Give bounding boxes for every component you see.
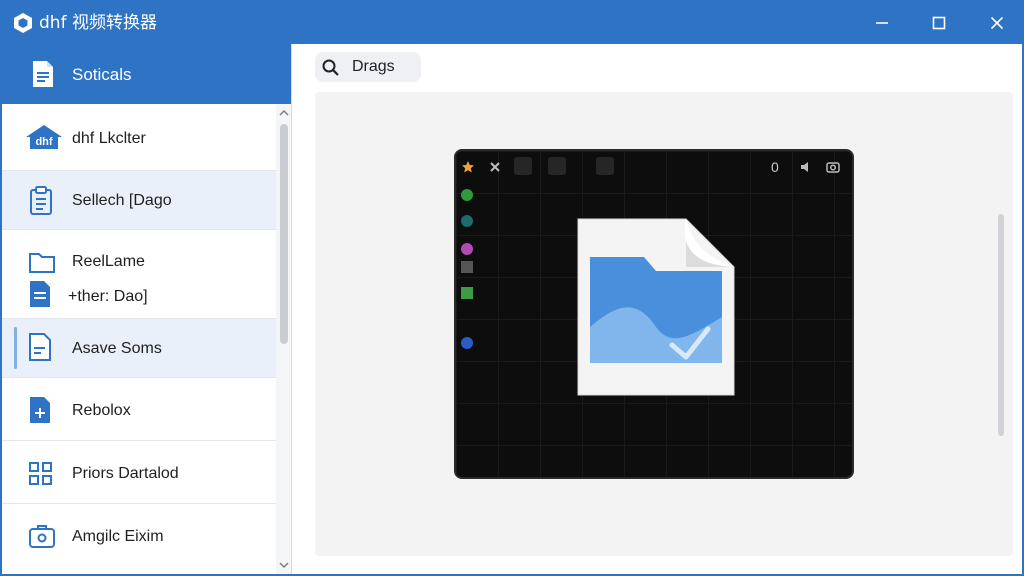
sidebar-header-label: Soticals <box>72 65 132 84</box>
sidebar-list: dhf dhf Lkclter Sellech [Dago ReelLame +… <box>2 104 276 574</box>
close-icon[interactable] <box>489 161 501 173</box>
layer-green-icon[interactable] <box>461 189 473 201</box>
toolbar-tile[interactable] <box>596 157 614 175</box>
maximize-button[interactable] <box>912 2 966 44</box>
close-button[interactable] <box>970 2 1024 44</box>
sidebar-item-ther-dao[interactable]: +ther: Dao] <box>2 276 276 318</box>
main-area: Drags 0 <box>293 44 1022 574</box>
sidebar-scroll-thumb[interactable] <box>280 124 288 344</box>
sidebar-item-priors-dartalod[interactable]: Priors Dartalod <box>2 441 276 503</box>
sidebar-item-label: +ther: Dao] <box>68 288 148 305</box>
image-file-icon <box>577 218 735 396</box>
search-icon <box>322 59 339 76</box>
toolbar-tile[interactable] <box>548 157 566 175</box>
layer-magenta-icon[interactable] <box>461 243 473 255</box>
sidebar-scrollbar[interactable] <box>276 104 291 574</box>
search-chip-label: Drags <box>352 58 395 75</box>
sidebar-item-rebolox[interactable]: Rebolox <box>2 378 276 440</box>
star-icon[interactable] <box>461 160 475 174</box>
svg-text:dhf: dhf <box>35 136 52 148</box>
sidebar-item-label: Amgilc Eixim <box>72 528 164 545</box>
chevron-down-icon[interactable] <box>278 560 290 570</box>
minimize-button[interactable] <box>855 2 909 44</box>
sidebar-item-amgilc-eixim[interactable]: Amgilc Eixim <box>2 504 276 566</box>
document-edit-icon <box>29 333 51 361</box>
sidebar-item-label: dhf Lkclter <box>72 130 146 147</box>
sidebar-item-label: ReelLame <box>72 253 145 270</box>
app-logo-icon <box>14 13 32 33</box>
briefcase-icon <box>29 525 55 548</box>
chevron-up-icon[interactable] <box>278 108 290 118</box>
title-bar: dhf 视频转换器 <box>2 2 1022 44</box>
document-icon <box>33 61 53 87</box>
sidebar-item-label: Rebolox <box>72 402 131 419</box>
sidebar-item-label: Asave Soms <box>72 340 162 357</box>
document-plus-icon <box>30 397 50 423</box>
media-preview[interactable]: 0 <box>454 149 854 479</box>
selection-indicator <box>14 327 17 369</box>
preview-counter: 0 <box>771 159 779 175</box>
sidebar-item-label: Sellech [Dago <box>72 192 172 209</box>
window-title: dhf 视频转换器 <box>39 13 157 33</box>
folder-icon <box>29 253 55 273</box>
content-scrollbar[interactable] <box>998 214 1004 436</box>
layer-green2-icon[interactable] <box>461 287 473 299</box>
camera-icon[interactable] <box>826 160 840 174</box>
content-panel: 0 <box>315 92 1013 556</box>
clipboard-list-icon <box>30 186 52 215</box>
sidebar: Soticals dhf dhf Lkclter Sellech [Dago R… <box>2 44 292 574</box>
document-lines-icon <box>30 281 50 307</box>
maximize-icon <box>932 16 946 30</box>
sidebar-header-soticals[interactable]: Soticals <box>2 44 291 104</box>
toolbar-tile[interactable] <box>514 157 532 175</box>
grid-icon <box>29 462 52 485</box>
dhf-logo-icon: dhf <box>26 125 62 149</box>
sidebar-item-label: Priors Dartalod <box>72 465 179 482</box>
sidebar-item-dhf-lkclter[interactable]: dhf dhf Lkclter <box>2 104 276 170</box>
sidebar-item-reellame[interactable]: ReelLame <box>2 230 276 276</box>
minimize-icon <box>876 22 888 24</box>
layer-blue-icon[interactable] <box>461 337 473 349</box>
sidebar-item-sellech-dago[interactable]: Sellech [Dago <box>2 171 276 229</box>
volume-icon[interactable] <box>799 160 813 174</box>
layer-grey-icon[interactable] <box>461 261 473 273</box>
app-window: dhf 视频转换器 Soticals dhf dhf Lkclter Selle… <box>0 0 1024 576</box>
search-chip-drags[interactable]: Drags <box>315 52 421 82</box>
sidebar-item-asave-soms[interactable]: Asave Soms <box>2 319 276 377</box>
close-icon <box>990 16 1004 30</box>
layer-teal-icon[interactable] <box>461 215 473 227</box>
